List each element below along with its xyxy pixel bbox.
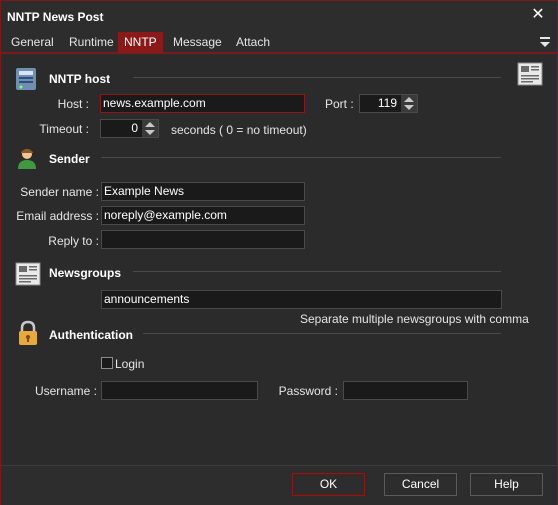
user-icon [18,149,36,169]
newspaper-icon[interactable] [517,62,543,86]
port-label: Port : [325,97,354,111]
timeout-spin-buttons[interactable] [142,120,158,137]
port-stepper[interactable]: 119 [359,94,418,113]
section-divider [143,333,501,334]
timeout-up-icon[interactable] [145,122,155,127]
timeout-hint: seconds ( 0 = no timeout) [171,123,307,137]
nntp-host-title: NNTP host [49,72,111,86]
newsgroups-hint: Separate multiple newsgroups with comma [300,312,529,326]
email-label: Email address : [16,209,99,223]
reply-to-label: Reply to : [48,234,99,248]
section-divider [133,271,501,272]
help-button[interactable]: Help [470,473,543,496]
login-label: Login [115,357,145,371]
tab-runtime[interactable]: Runtime [63,32,120,53]
tab-bar: General Runtime NNTP Message Attach [1,32,557,54]
tab-attach[interactable]: Attach [230,32,276,53]
server-icon [16,68,36,90]
password-label: Password : [278,384,338,398]
timeout-stepper[interactable]: 0 [100,119,159,138]
reply-to-input[interactable] [101,230,305,249]
timeout-value: 0 [131,121,138,135]
sender-name-input[interactable]: Example News [101,182,305,201]
email-input[interactable]: noreply@example.com [101,206,305,225]
authentication-title: Authentication [49,328,133,342]
section-divider [133,77,501,78]
dialog-footer: OK Cancel Help [1,465,557,505]
timeout-down-icon[interactable] [145,130,155,135]
username-input[interactable] [101,381,258,400]
port-value: 119 [377,96,397,110]
dialog-window: NNTP News Post ✕ General Runtime NNTP Me… [0,0,558,505]
newsgroups-input[interactable]: announcements [101,290,502,309]
port-spin-buttons[interactable] [401,95,417,112]
host-label: Host : [57,97,89,111]
port-down-icon[interactable] [404,105,414,110]
tab-message[interactable]: Message [167,32,228,53]
login-checkbox[interactable] [101,357,113,369]
port-up-icon[interactable] [404,97,414,102]
username-label: Username : [34,384,97,398]
newsgroups-icon [15,262,41,286]
ok-button[interactable]: OK [292,473,365,496]
window-title: NNTP News Post [7,10,104,24]
tabs-menu-icon[interactable] [539,35,551,49]
tab-general[interactable]: General [5,32,60,53]
cancel-button[interactable]: Cancel [384,473,457,496]
password-input[interactable] [343,381,468,400]
title-bar: NNTP News Post ✕ [1,1,557,31]
sender-name-label: Sender name : [20,185,99,199]
tab-nntp[interactable]: NNTP [118,32,163,53]
section-divider [101,157,501,158]
newsgroups-title: Newsgroups [49,266,122,280]
nntp-panel: NNTP host Host : news.example.com Port :… [3,55,555,465]
lock-icon [19,320,37,345]
close-button[interactable]: ✕ [529,6,547,24]
timeout-label: Timeout : [39,122,89,136]
sender-title: Sender [49,152,90,166]
host-input[interactable]: news.example.com [100,94,305,113]
